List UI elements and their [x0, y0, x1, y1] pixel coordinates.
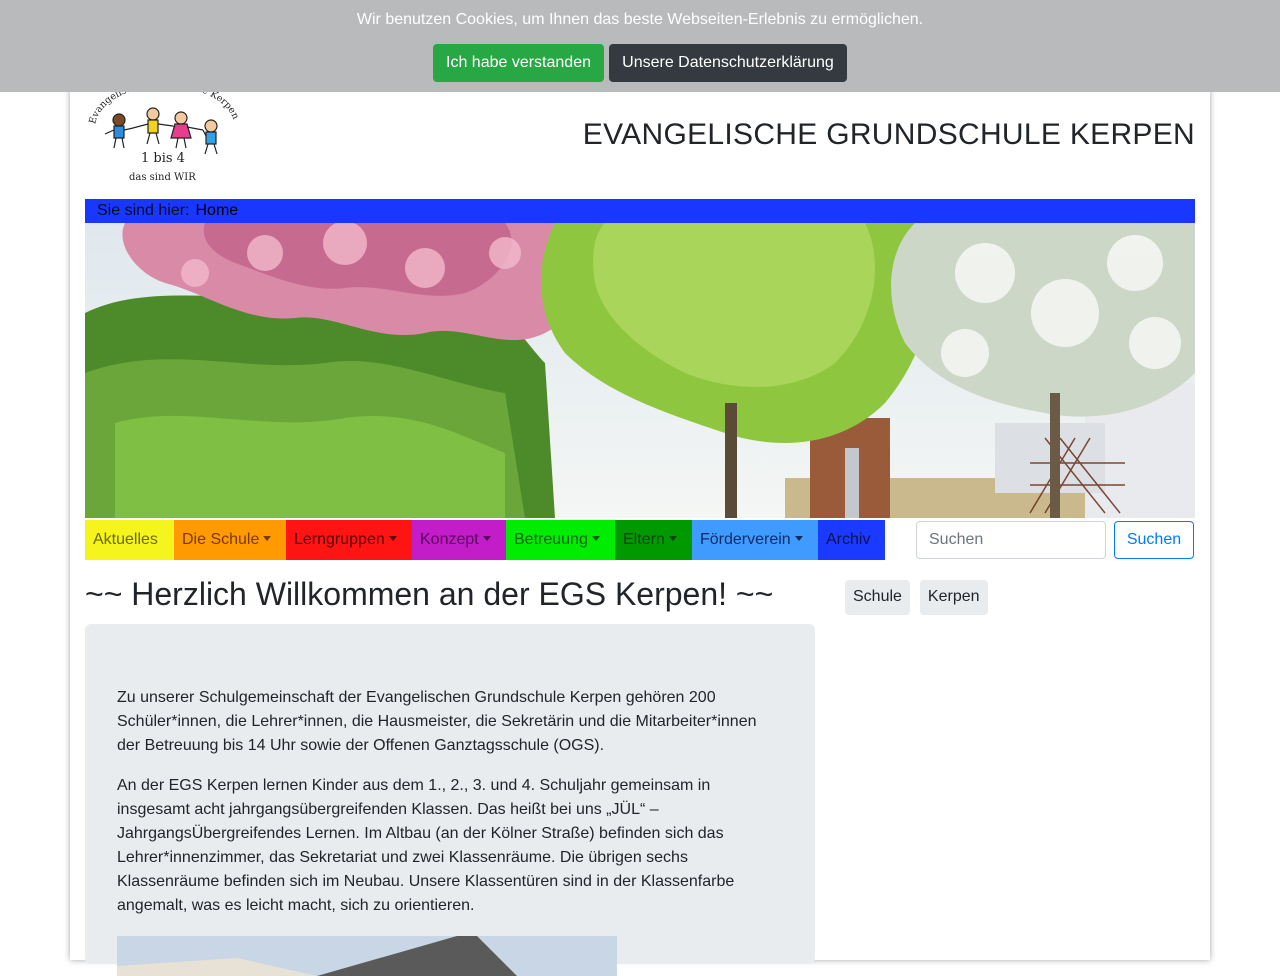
cookie-message: Wir benutzen Cookies, um Ihnen das beste…	[356, 11, 924, 28]
page-title: ~~ Herzlich Willkommen an der EGS Kerpen…	[85, 576, 774, 612]
main-nav: Aktuelles Die Schule Lerngruppen Konzept…	[85, 520, 885, 560]
logo-ring-text: Evangelische Grundschule Kerpen	[87, 90, 241, 125]
nav-item-die-schule[interactable]: Die Schule	[174, 520, 286, 560]
caret-down-icon	[591, 536, 600, 541]
svg-text:Evangelische Grundschule Kerpe: Evangelische Grundschule Kerpen	[87, 90, 241, 125]
nav-item-foerderverein[interactable]: Förderverein	[692, 520, 818, 560]
search-button[interactable]: Suchen	[1114, 521, 1194, 559]
nav-item-aktuelles[interactable]: Aktuelles	[85, 520, 174, 560]
tag-kerpen[interactable]: Kerpen	[919, 580, 988, 615]
school-logo[interactable]: Evangelische Grundschule Kerpen 1 bis 4 …	[85, 90, 245, 190]
logo-line1: 1 bis 4	[141, 151, 185, 166]
nav-item-betreuung[interactable]: Betreuung	[506, 520, 615, 560]
article-paragraph-2: An der EGS Kerpen lernen Kinder aus dem …	[117, 777, 735, 914]
breadcrumb-label: Sie sind hier:	[97, 202, 190, 219]
breadcrumb: Sie sind hier: Home	[85, 199, 1195, 223]
caret-down-icon	[668, 536, 677, 541]
logo-line2: das sind WIR	[129, 172, 196, 183]
caret-down-icon	[794, 536, 803, 541]
nav-item-lerngruppen[interactable]: Lerngruppen	[286, 520, 412, 560]
article-photo	[117, 936, 617, 976]
caret-down-icon	[263, 536, 272, 541]
site-title: EVANGELISCHE GRUNDSCHULE KERPEN	[582, 118, 1195, 151]
privacy-policy-button[interactable]: Unsere Datenschutzerklärung	[609, 44, 847, 82]
caret-down-icon	[388, 536, 397, 541]
nav-item-konzept[interactable]: Konzept	[412, 520, 506, 560]
nav-label: Aktuelles	[93, 531, 158, 548]
breadcrumb-home-link[interactable]: Home	[196, 202, 239, 219]
nav-label: Archiv	[826, 531, 871, 548]
article-paragraph-1: Zu unserer Schulgemeinschaft der Evangel…	[117, 689, 757, 754]
caret-down-icon	[482, 536, 491, 541]
tag-list: Schule Kerpen	[845, 580, 988, 615]
hero-image	[85, 223, 1195, 518]
search-input[interactable]	[916, 521, 1106, 559]
nav-label: Eltern	[623, 531, 665, 548]
nav-label: Konzept	[420, 531, 479, 548]
nav-item-archiv[interactable]: Archiv	[818, 520, 885, 560]
nav-label: Betreuung	[514, 531, 588, 548]
cookie-accept-button[interactable]: Ich habe verstanden	[433, 44, 604, 82]
tag-schule[interactable]: Schule	[845, 580, 910, 615]
nav-label: Lerngruppen	[294, 531, 385, 548]
article-body: Zu unserer Schulgemeinschaft der Evangel…	[85, 624, 815, 976]
cookie-banner: Wir benutzen Cookies, um Ihnen das beste…	[0, 0, 1280, 92]
nav-label: Förderverein	[700, 531, 791, 548]
nav-label: Die Schule	[182, 531, 260, 548]
nav-item-eltern[interactable]: Eltern	[615, 520, 692, 560]
